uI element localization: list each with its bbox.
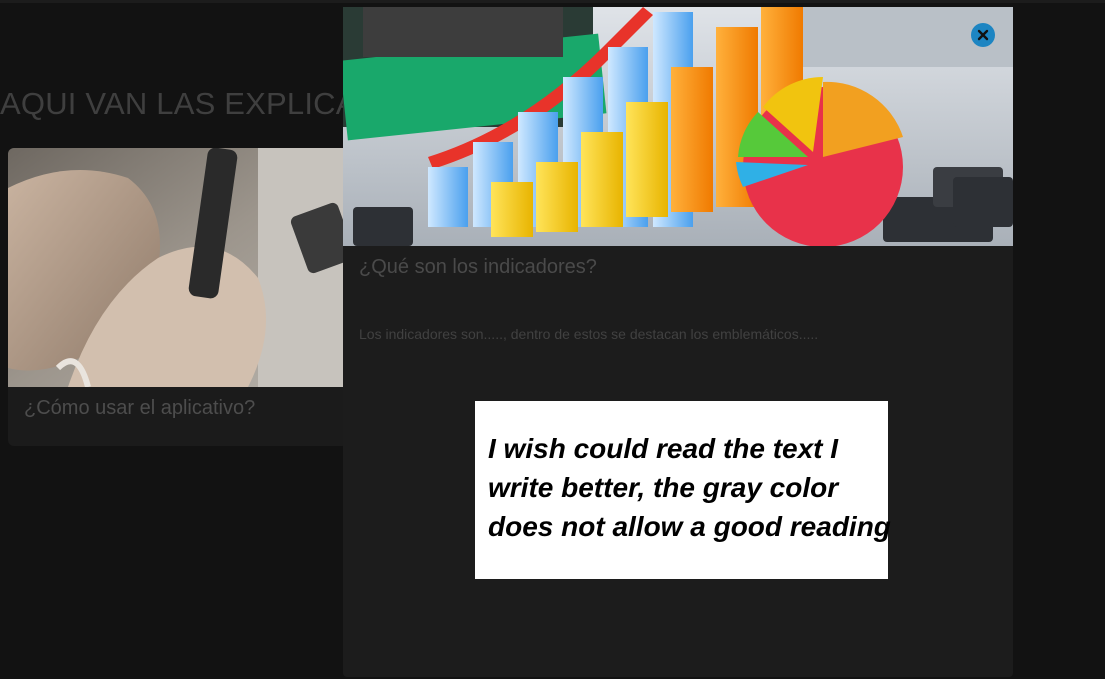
page-heading: AQUI VAN LAS EXPLICAC <box>0 86 380 121</box>
modal-title: ¿Qué son los indicadores? <box>359 256 597 278</box>
annotation-note: I wish could read the text I write bette… <box>475 401 891 579</box>
modal-body-text: Los indicadores son....., dentro de esto… <box>359 326 819 342</box>
card-image <box>8 148 348 387</box>
top-strip <box>0 0 1105 3</box>
page: AQUI VAN LAS EXPLICAC ¿Cómo usar el apli… <box>0 0 1105 679</box>
close-button[interactable] <box>971 23 995 47</box>
annotation-line-2: write better, the gray color <box>488 472 839 503</box>
modal-image <box>343 7 1013 246</box>
card-how-to-use[interactable]: ¿Cómo usar el aplicativo? <box>8 148 348 446</box>
annotation-text: I wish could read the text I write bette… <box>488 429 908 546</box>
annotation-line-3: does not allow a good reading <box>488 511 891 542</box>
card-title[interactable]: ¿Cómo usar el aplicativo? <box>24 397 255 420</box>
close-icon <box>977 29 989 41</box>
annotation-line-1: I wish could read the text I <box>488 433 839 464</box>
